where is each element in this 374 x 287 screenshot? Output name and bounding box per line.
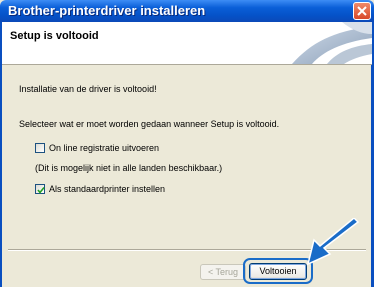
window-title: Brother-printerdriver installeren: [8, 3, 206, 18]
default-printer-label[interactable]: Als standaardprinter instellen: [49, 184, 165, 194]
online-registration-checkbox[interactable]: [35, 143, 45, 153]
default-printer-checkbox[interactable]: [35, 184, 45, 194]
completion-message: Installatie van de driver is voltooid!: [19, 84, 157, 94]
availability-note: (Dit is mogelijk niet in alle landen bes…: [35, 163, 223, 173]
online-registration-label[interactable]: On line registratie uitvoeren: [49, 143, 159, 153]
close-button[interactable]: [353, 2, 371, 20]
header-swirl-graphic: [292, 22, 372, 64]
header-title: Setup is voltooid: [10, 30, 99, 42]
back-button[interactable]: < Terug: [200, 264, 246, 280]
title-bar[interactable]: Brother-printerdriver installeren: [0, 0, 374, 22]
checkmark-icon: [37, 187, 45, 194]
instruction-text: Selecteer wat er moet worden gedaan wann…: [19, 119, 280, 129]
close-icon: [357, 6, 367, 16]
finish-button[interactable]: Voltooien: [249, 263, 307, 280]
wizard-header: Setup is voltooid: [2, 22, 372, 65]
pointer-arrow-icon: [306, 218, 360, 266]
setup-dialog: Brother-printerdriver installeren Setup …: [0, 0, 374, 287]
